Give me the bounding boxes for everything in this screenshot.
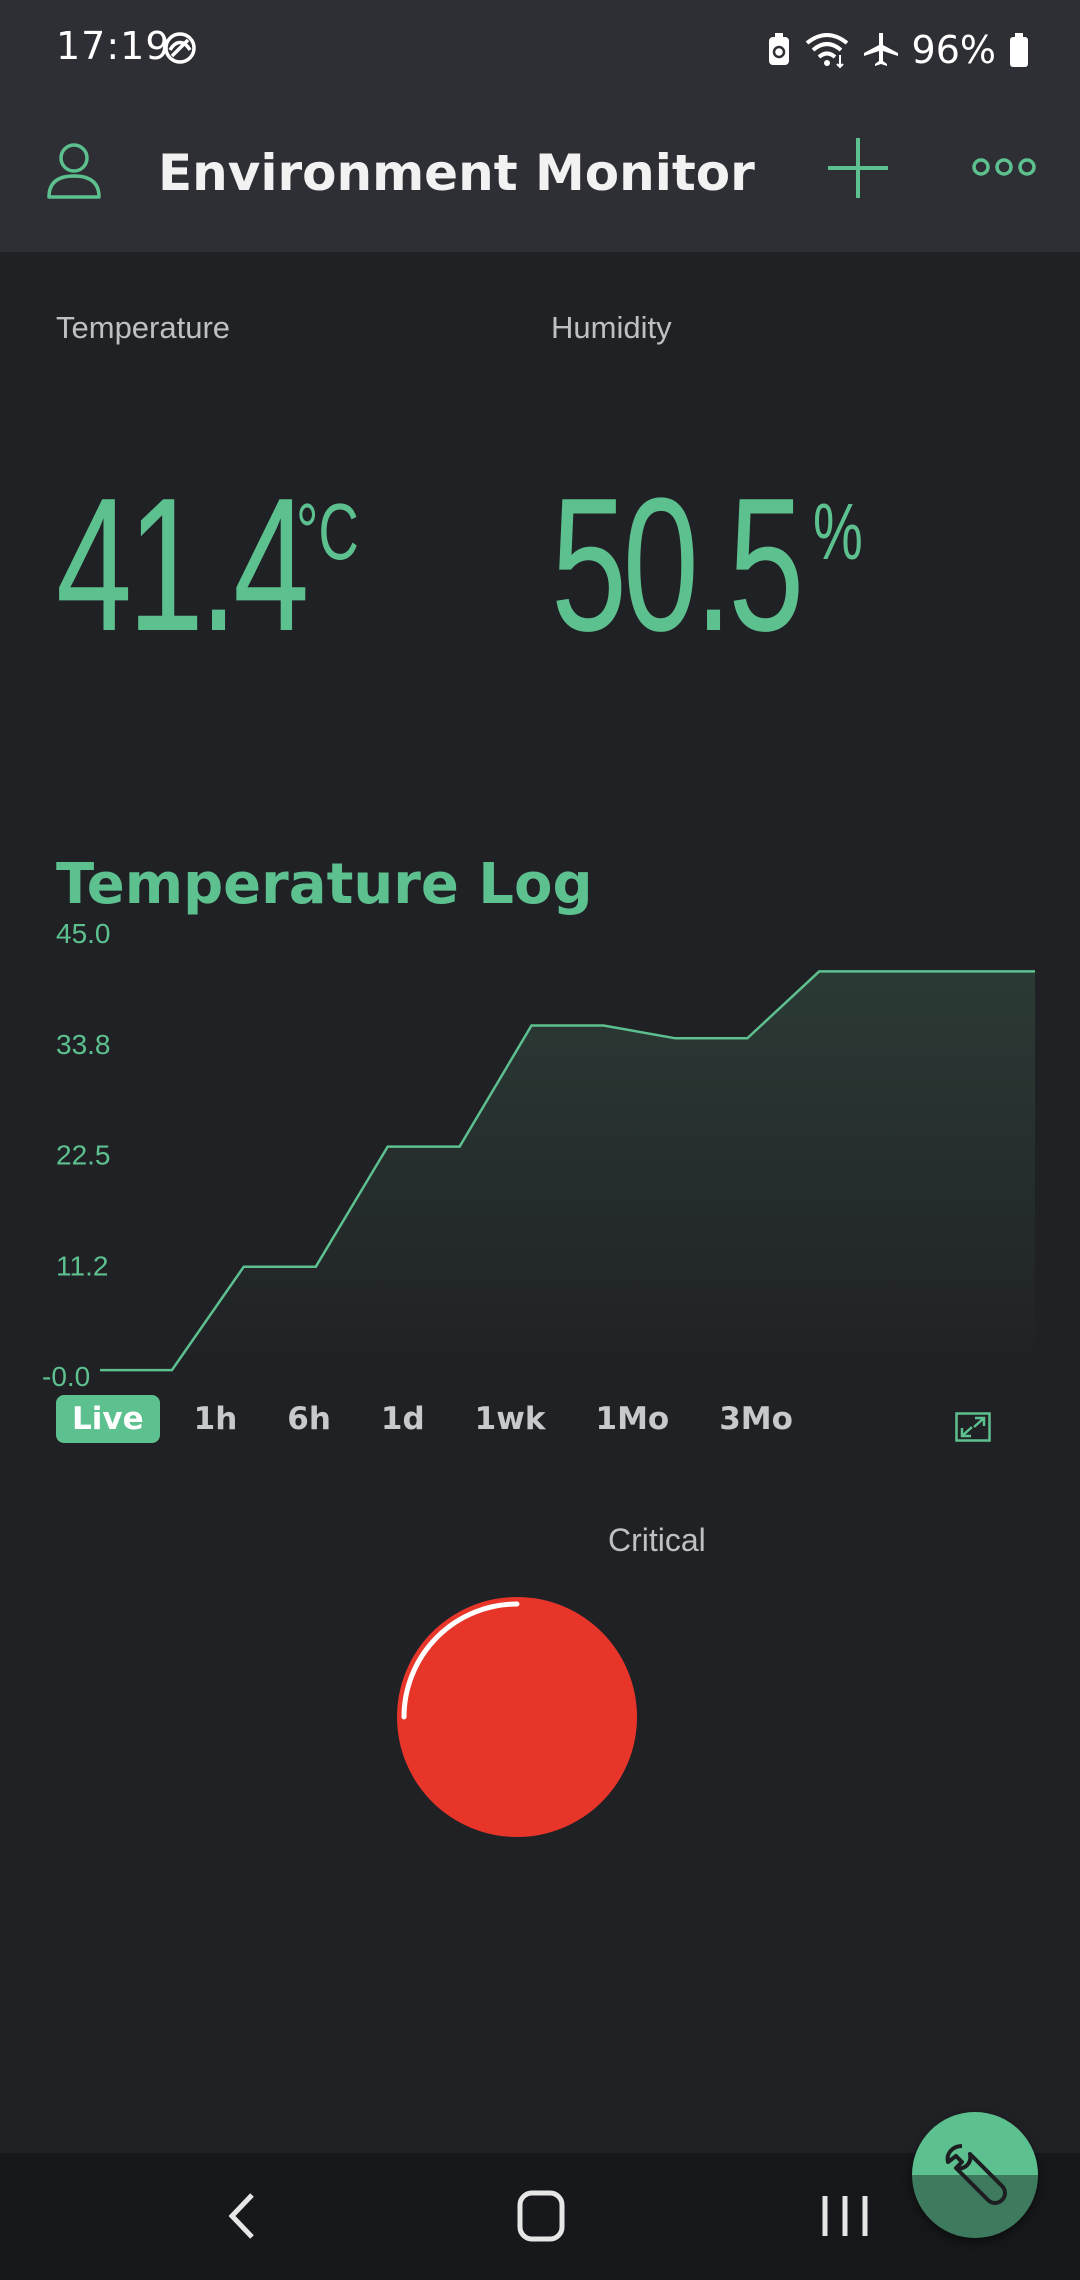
humidity-unit: % <box>813 487 863 576</box>
temperature-label: Temperature <box>56 310 231 345</box>
humidity-widget[interactable]: 50.5 % <box>551 470 897 660</box>
sync-icon <box>164 32 196 64</box>
more-icon[interactable] <box>972 152 1036 182</box>
battery-percent: 96% <box>911 28 996 72</box>
battery-saver-icon <box>768 33 789 65</box>
status-led <box>397 1597 637 1837</box>
status-bar: 17:19 96% <box>0 0 1080 100</box>
humidity-value: 50.5 <box>551 459 804 671</box>
settings-fab[interactable] <box>912 2112 1038 2238</box>
range-selector: Live 1h 6h 1d 1wk 1Mo 3Mo <box>56 1395 827 1443</box>
range-button-6h[interactable]: 6h <box>271 1395 347 1443</box>
app-bar: Environment Monitor <box>0 100 1080 252</box>
home-icon[interactable] <box>516 2189 566 2243</box>
humidity-label: Humidity <box>551 310 672 345</box>
y-tick-label: 33.8 <box>56 1029 111 1060</box>
status-icons: 96% <box>766 28 1030 72</box>
wrench-icon <box>945 2144 1007 2205</box>
temperature-unit: °C <box>296 487 359 576</box>
temperature-value: 41.4 <box>56 459 309 671</box>
back-icon[interactable] <box>222 2191 262 2241</box>
plus-icon[interactable] <box>826 136 890 200</box>
temperature-widget[interactable]: 41.4 °C <box>56 470 402 660</box>
y-tick-label: -0.0 <box>42 1361 90 1390</box>
app-title: Environment Monitor <box>158 144 755 202</box>
range-button-1d[interactable]: 1d <box>365 1395 441 1443</box>
temperature-chart[interactable]: 45.0 33.8 22.5 11.2 -0.0 <box>0 900 1080 1390</box>
airplane-icon <box>863 33 898 66</box>
y-tick-label: 11.2 <box>56 1250 108 1281</box>
user-icon[interactable] <box>46 140 102 200</box>
y-tick-label: 22.5 <box>56 1140 111 1171</box>
range-button-live[interactable]: Live <box>56 1395 160 1443</box>
led-label: Critical <box>608 1522 706 1558</box>
chart-area <box>100 971 1035 1371</box>
recents-icon[interactable] <box>820 2193 870 2239</box>
expand-icon[interactable] <box>955 1412 991 1442</box>
battery-icon <box>1010 33 1028 67</box>
y-tick-label: 45.0 <box>56 918 111 949</box>
range-button-1h[interactable]: 1h <box>178 1395 254 1443</box>
range-button-3mo[interactable]: 3Mo <box>703 1395 809 1443</box>
range-button-1mo[interactable]: 1Mo <box>580 1395 686 1443</box>
status-time: 17:19 <box>56 24 171 68</box>
wifi-icon <box>805 33 848 69</box>
range-button-1wk[interactable]: 1wk <box>459 1395 562 1443</box>
